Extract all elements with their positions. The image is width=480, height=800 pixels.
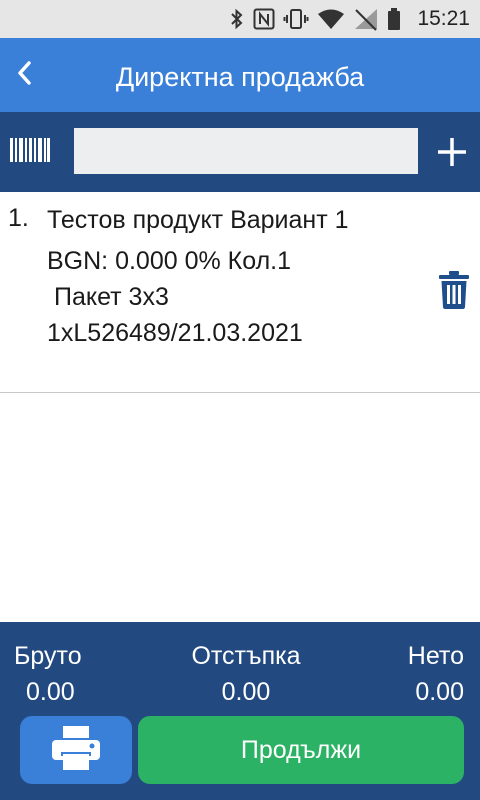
search-row	[0, 112, 480, 192]
delete-item-button[interactable]	[432, 270, 476, 314]
trash-icon	[438, 270, 470, 315]
plus-icon	[432, 138, 472, 176]
barcode-icon	[10, 138, 50, 174]
no-signal-icon	[353, 7, 379, 31]
continue-button[interactable]: Продължи	[138, 716, 464, 784]
battery-icon	[387, 7, 401, 31]
net-value: 0.00	[415, 678, 464, 706]
item-list: 1. Тестов продукт Вариант 1 BGN: 0.000 0…	[0, 192, 480, 393]
gross-total: Бруто 0.00	[14, 642, 82, 714]
net-label: Нето	[407, 642, 464, 670]
discount-value: 0.00	[221, 678, 271, 706]
gross-label: Бруто	[14, 642, 82, 670]
status-icons: 15:21	[229, 0, 470, 38]
barcode-scan-button[interactable]	[10, 134, 50, 170]
status-time: 15:21	[417, 7, 470, 30]
list-item[interactable]: 1. Тестов продукт Вариант 1 BGN: 0.000 0…	[0, 192, 480, 393]
print-button[interactable]	[20, 716, 132, 784]
chevron-left-icon	[15, 60, 33, 91]
discount-label: Отстъпка	[191, 642, 301, 670]
back-button[interactable]	[6, 52, 42, 98]
wifi-icon	[317, 8, 345, 30]
app-bar: Директна продажба	[0, 38, 480, 112]
item-name: Тестов продукт Вариант 1	[47, 206, 349, 234]
vibrate-icon	[283, 8, 309, 30]
discount-total: Отстъпка 0.00	[182, 642, 310, 714]
add-item-button[interactable]	[432, 132, 472, 172]
item-body: Тестов продукт Вариант 1 BGN: 0.000 0% К…	[47, 204, 407, 351]
search-input[interactable]	[74, 128, 418, 174]
gross-value: 0.00	[26, 678, 75, 706]
bluetooth-icon	[229, 8, 245, 30]
item-price-line: BGN: 0.000 0% Кол.1	[47, 247, 292, 275]
status-bar: 15:21	[0, 0, 480, 38]
printer-icon	[50, 724, 102, 777]
item-package: Пакет 3x3	[54, 283, 169, 311]
item-index: 1.	[8, 204, 29, 232]
item-lot: 1xL526489/21.03.2021	[47, 319, 303, 347]
page-title: Директна продажба	[115, 62, 365, 92]
nfc-icon	[253, 8, 275, 30]
totals-footer: Бруто 0.00 Отстъпка 0.00 Нето 0.00 Продъ…	[0, 622, 480, 800]
net-total: Нето 0.00	[408, 642, 464, 714]
